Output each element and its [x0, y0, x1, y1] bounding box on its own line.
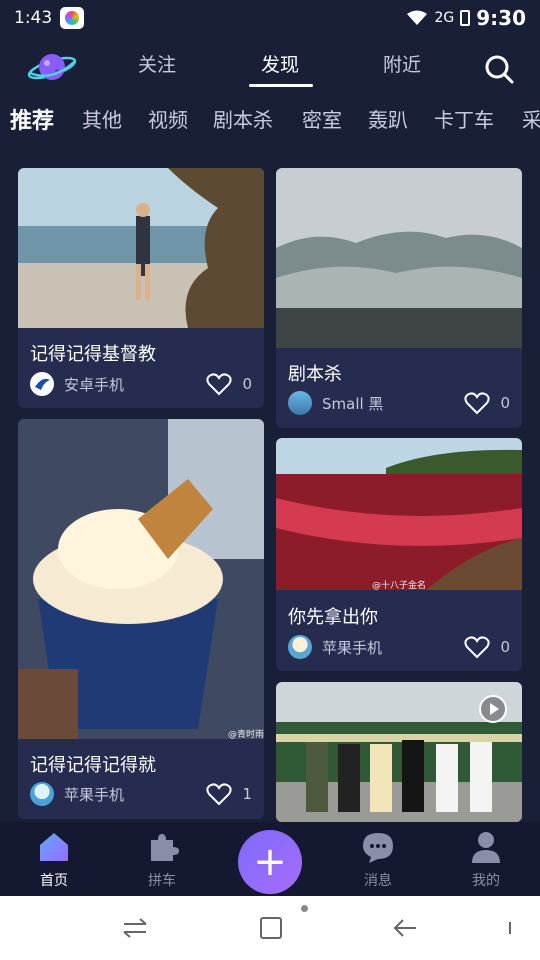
active-tab-indicator: [249, 84, 313, 87]
heart-icon[interactable]: [464, 635, 491, 659]
avatar[interactable]: [288, 391, 312, 415]
back-icon[interactable]: [390, 914, 420, 942]
nav-label: 首页: [40, 873, 68, 889]
card-title: 记得记得记得就: [30, 755, 156, 776]
like-count: 1: [242, 785, 252, 803]
status-bar: 1:43 2G 9:30: [0, 0, 540, 36]
profile-icon: [472, 832, 500, 863]
category-recommend[interactable]: 推荐: [10, 103, 54, 135]
card-meta: 苹果手机 1: [30, 781, 252, 807]
category-other[interactable]: 其他: [82, 104, 122, 133]
nav-label: 我的: [472, 873, 500, 889]
battery-icon: [460, 10, 471, 26]
nav-label: 拼车: [148, 873, 176, 889]
nav-profile[interactable]: 我的: [446, 830, 526, 890]
card-meta: Small 黑 0: [288, 390, 510, 416]
avatar[interactable]: [288, 635, 312, 659]
switch-apps-icon[interactable]: [120, 914, 150, 942]
search-icon[interactable]: [484, 54, 514, 84]
like-count: 0: [242, 375, 252, 393]
category-strip: 推荐 其他 视频 剧本杀 密室 轰趴 卡丁车 采: [0, 100, 540, 140]
beach-rock-photo: [18, 168, 264, 328]
heart-icon[interactable]: [206, 372, 233, 396]
nav-carpool[interactable]: 拼车: [122, 830, 202, 890]
status-clock: 9:30: [476, 6, 526, 30]
bottom-nav: 首页 拼车 + 消息 我的: [0, 822, 540, 896]
feed-card[interactable]: [276, 682, 522, 822]
top-nav: 关注 发现 附近: [0, 36, 540, 98]
category-script-murder[interactable]: 剧本杀: [213, 104, 273, 133]
planet-logo-icon[interactable]: [26, 46, 78, 86]
system-nav-bar: [0, 896, 540, 960]
avatar[interactable]: [30, 782, 54, 806]
tab-follow[interactable]: 关注: [138, 50, 176, 77]
wifi-icon: [407, 10, 428, 25]
feed-card[interactable]: 剧本杀 Small 黑 0: [276, 168, 522, 428]
category-more[interactable]: 采: [522, 104, 540, 133]
author-name[interactable]: 安卓手机: [64, 374, 206, 395]
app-notification-icon: [60, 7, 85, 29]
tab-discover[interactable]: 发现: [261, 50, 299, 77]
card-meta: 苹果手机 0: [288, 634, 510, 660]
photo-watermark: @青时雨: [228, 730, 264, 740]
ice-cream-cup-photo: [18, 419, 264, 739]
home-icon: [40, 833, 68, 861]
author-name[interactable]: 苹果手机: [322, 637, 464, 658]
misty-mountains-photo: [276, 168, 522, 348]
puzzle-icon: [151, 834, 179, 861]
plus-icon[interactable]: +: [238, 830, 302, 894]
status-time: 1:43: [14, 8, 53, 28]
signal-label: 2G: [434, 10, 455, 26]
like-count: 0: [500, 394, 510, 412]
indicator-dot: [301, 905, 308, 912]
card-title: 剧本杀: [288, 364, 342, 385]
tab-nearby[interactable]: 附近: [383, 50, 421, 77]
nav-messages[interactable]: 消息: [338, 830, 418, 890]
author-name[interactable]: Small 黑: [322, 393, 464, 414]
heart-icon[interactable]: [464, 391, 491, 415]
card-title: 记得记得基督教: [30, 344, 156, 365]
heart-icon[interactable]: [206, 782, 233, 806]
feed-card[interactable]: @青时雨 记得记得记得就 苹果手机 1: [18, 419, 264, 819]
nav-home[interactable]: 首页: [14, 830, 94, 890]
card-meta: 安卓手机 0: [30, 371, 252, 397]
message-icon: [363, 833, 393, 863]
nav-label: 消息: [364, 873, 392, 889]
category-video[interactable]: 视频: [148, 104, 188, 133]
like-count: 0: [500, 638, 510, 656]
author-name[interactable]: 苹果手机: [64, 784, 206, 805]
video-play-icon[interactable]: [478, 694, 508, 724]
feed-card[interactable]: 记得记得基督教 安卓手机 0: [18, 168, 264, 408]
category-karting[interactable]: 卡丁车: [434, 104, 494, 133]
photo-watermark: @十八子金名: [372, 581, 427, 591]
menu-icon[interactable]: [500, 914, 530, 942]
red-sea-beach-photo: [276, 438, 522, 590]
card-title: 你先拿出你: [288, 607, 378, 628]
avatar[interactable]: [30, 372, 54, 396]
category-party[interactable]: 轰趴: [368, 104, 408, 133]
category-escape-room[interactable]: 密室: [302, 104, 342, 133]
home-square-icon[interactable]: [256, 914, 286, 942]
feed-card[interactable]: @十八子金名 你先拿出你 苹果手机 0: [276, 438, 522, 671]
